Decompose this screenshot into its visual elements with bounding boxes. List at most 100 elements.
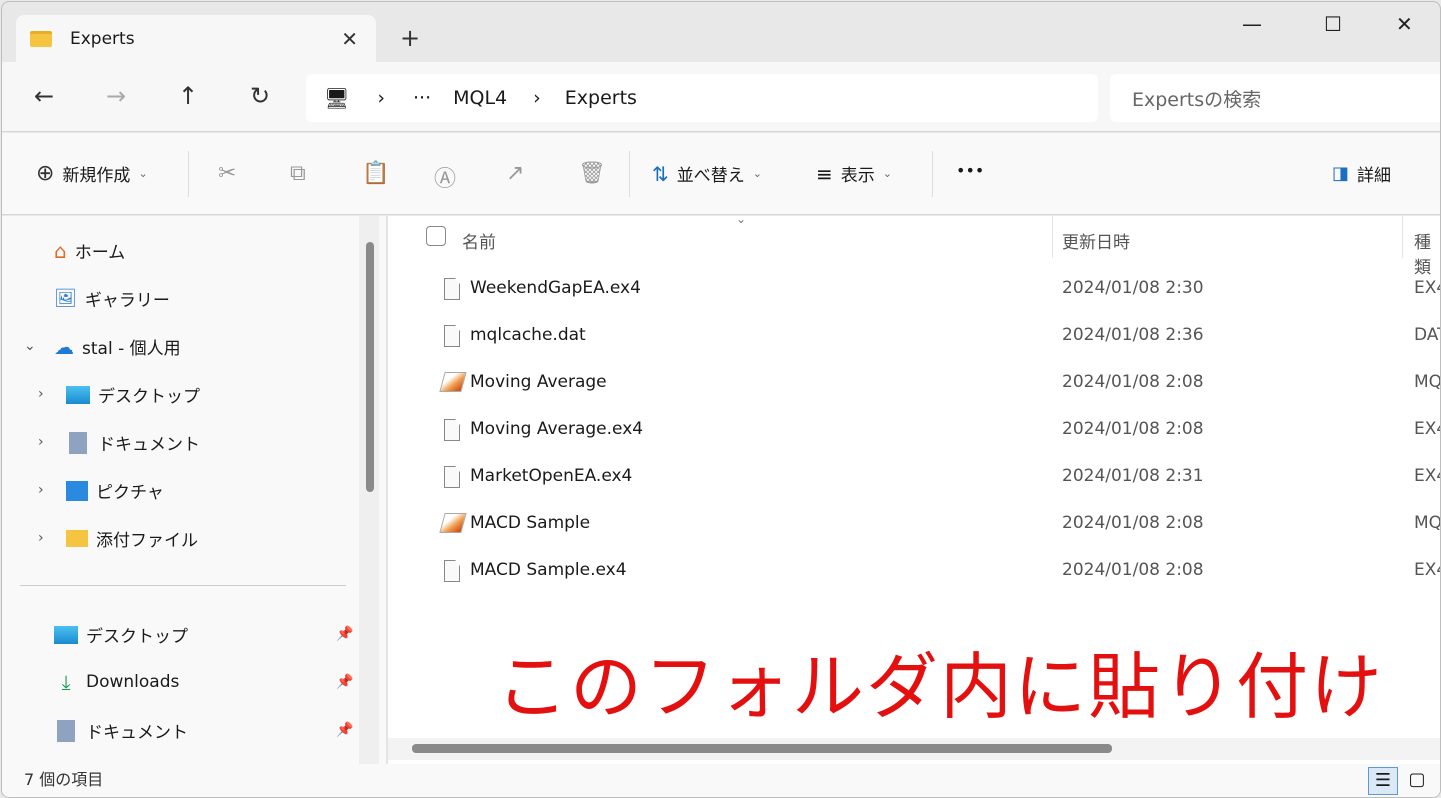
back-button[interactable]: ← bbox=[34, 82, 54, 110]
chevron-right-icon[interactable]: › bbox=[38, 530, 44, 546]
file-row[interactable]: MACD Sample.ex4 2024/01/08 2:08 EX4 bbox=[388, 548, 1440, 595]
file-date: 2024/01/08 2:08 bbox=[1062, 419, 1204, 439]
file-name: MACD Sample bbox=[470, 513, 591, 533]
command-bar: ⊕ 新規作成 ⌄ ✂ ⧉ 📋 Ⓐ ↗ 🗑 ⇅ 並べ替え ⌄ ≡ 表示 ⌄ ••• ◨ 詳細 bbox=[2, 133, 1440, 215]
chevron-right-icon[interactable]: › bbox=[38, 434, 44, 450]
search-input[interactable]: Expertsの検索 bbox=[1110, 74, 1440, 122]
file-name: mqlcache.dat bbox=[470, 325, 586, 345]
desktop-icon bbox=[54, 625, 78, 644]
cut-icon[interactable]: ✂ bbox=[218, 161, 236, 186]
tab-experts[interactable]: Experts ✕ bbox=[16, 15, 376, 63]
column-header-modified[interactable]: 更新日時 bbox=[1062, 228, 1130, 253]
sort-indicator-icon: ⌄ bbox=[736, 212, 747, 226]
sort-icon: ⇅ bbox=[652, 161, 669, 186]
file-type: EX4 bbox=[1414, 560, 1440, 580]
sidebar-item-home[interactable]: ⌂ ホーム bbox=[54, 238, 125, 264]
sidebar-label: stal - 個人用 bbox=[82, 339, 181, 359]
pin-icon[interactable]: 📌 bbox=[336, 722, 353, 738]
quick-access-desktop[interactable]: デスクトップ bbox=[54, 622, 188, 647]
minimize-button[interactable]: — bbox=[1242, 12, 1262, 36]
file-icon bbox=[444, 466, 460, 488]
sidebar-label: デスクトップ bbox=[86, 627, 188, 647]
file-icon bbox=[444, 325, 460, 347]
breadcrumb-mql4[interactable]: MQL4 bbox=[453, 87, 507, 109]
file-row[interactable]: MACD Sample 2024/01/08 2:08 MQ bbox=[388, 501, 1441, 548]
status-bar: 7 個の項目 bbox=[2, 764, 1440, 797]
chevron-down-icon[interactable]: ⌄ bbox=[24, 338, 36, 354]
horizontal-scrollbar-thumb[interactable] bbox=[412, 744, 1112, 753]
share-icon[interactable]: ↗ bbox=[506, 161, 524, 186]
view-button[interactable]: ≡ 表示 ⌄ bbox=[816, 161, 892, 187]
quick-access-documents[interactable]: ドキュメント bbox=[54, 718, 188, 743]
pin-icon[interactable]: 📌 bbox=[336, 626, 353, 642]
rename-icon[interactable]: Ⓐ bbox=[434, 161, 456, 193]
file-icon bbox=[444, 278, 460, 300]
document-icon bbox=[57, 719, 75, 742]
forward-button[interactable]: → bbox=[106, 82, 126, 110]
mq4-file-icon bbox=[439, 372, 467, 392]
close-tab-button[interactable]: ✕ bbox=[341, 27, 358, 51]
cloud-icon: ☁ bbox=[54, 334, 74, 359]
details-label: 詳細 bbox=[1357, 166, 1392, 186]
document-icon bbox=[69, 431, 87, 454]
sort-label: 並べ替え bbox=[676, 166, 745, 186]
delete-icon[interactable]: 🗑 bbox=[578, 161, 606, 186]
pin-icon[interactable]: 📌 bbox=[336, 674, 353, 690]
paste-icon[interactable]: 📋 bbox=[362, 161, 389, 186]
sidebar-label: 添付ファイル bbox=[96, 531, 198, 551]
annotation-text: このフォルダ内に貼り付け bbox=[496, 645, 1385, 729]
sidebar-label: ドキュメント bbox=[98, 435, 200, 455]
maximize-button[interactable]: ☐ bbox=[1324, 12, 1342, 36]
sidebar-label: デスクトップ bbox=[98, 387, 200, 407]
computer-icon: 🖥 bbox=[324, 86, 350, 110]
file-list: ⌄ 名前 更新日時 種類 WeekendGapEA.ex4 2024/01/08… bbox=[386, 212, 1441, 764]
navigation-pane: ⌂ ホーム 🖼 ギャラリー ⌄ ☁ stal - 個人用 › デスクトップ › ドキュ… bbox=[2, 216, 386, 764]
sidebar-scrollbar-thumb[interactable] bbox=[366, 242, 374, 492]
file-date: 2024/01/08 2:08 bbox=[1062, 372, 1204, 392]
close-window-button[interactable]: ✕ bbox=[1396, 12, 1413, 36]
chevron-right-icon[interactable]: › bbox=[38, 386, 44, 402]
sidebar-item-attachments[interactable]: 添付ファイル bbox=[66, 526, 198, 551]
details-view-button[interactable]: ☰ bbox=[1368, 767, 1398, 795]
download-icon: ⤓ bbox=[61, 670, 71, 694]
file-date: 2024/01/08 2:30 bbox=[1062, 278, 1204, 298]
sidebar-label: Downloads bbox=[86, 672, 180, 692]
file-name: MACD Sample.ex4 bbox=[470, 560, 627, 580]
details-pane-icon: ◨ bbox=[1332, 163, 1350, 184]
sidebar-item-desktop[interactable]: デスクトップ bbox=[66, 382, 200, 407]
view-label: 表示 bbox=[840, 166, 875, 186]
sidebar-item-gallery[interactable]: 🖼 ギャラリー bbox=[54, 286, 170, 311]
file-row[interactable]: mqlcache.dat 2024/01/08 2:36 DAT bbox=[388, 313, 1440, 360]
sidebar-item-onedrive[interactable]: ☁ stal - 個人用 bbox=[54, 334, 181, 360]
breadcrumb-separator: › bbox=[533, 87, 541, 109]
file-row[interactable]: Moving Average 2024/01/08 2:08 MQ bbox=[388, 360, 1440, 407]
file-icon bbox=[444, 419, 460, 441]
file-name: Moving Average.ex4 bbox=[470, 419, 644, 439]
select-all-checkbox[interactable] bbox=[426, 226, 446, 246]
more-button[interactable]: ••• bbox=[956, 161, 984, 180]
address-bar[interactable]: 🖥 › ··· MQL4 › Experts bbox=[306, 74, 1098, 122]
details-button[interactable]: ◨ 詳細 bbox=[1332, 161, 1391, 186]
file-date: 2024/01/08 2:08 bbox=[1062, 560, 1204, 580]
column-header-name[interactable]: 名前 bbox=[462, 228, 496, 253]
file-row[interactable]: MarketOpenEA.ex4 2024/01/08 2:31 EX4 bbox=[388, 454, 1440, 501]
chevron-right-icon[interactable]: › bbox=[38, 482, 44, 498]
breadcrumb-separator: › bbox=[377, 87, 385, 109]
sidebar-item-pictures[interactable]: ピクチャ bbox=[66, 478, 164, 503]
new-button[interactable]: ⊕ 新規作成 ⌄ bbox=[36, 161, 148, 186]
file-row[interactable]: WeekendGapEA.ex4 2024/01/08 2:30 EX4 bbox=[388, 266, 1440, 313]
file-date: 2024/01/08 2:31 bbox=[1062, 466, 1204, 486]
sidebar-item-documents[interactable]: ドキュメント bbox=[66, 430, 200, 455]
file-row[interactable]: Moving Average.ex4 2024/01/08 2:08 EX4 bbox=[388, 407, 1440, 454]
quick-access-downloads[interactable]: ⤓ Downloads bbox=[54, 670, 180, 694]
file-type: MQ bbox=[1414, 513, 1441, 533]
refresh-button[interactable]: ↻ bbox=[250, 82, 270, 110]
new-tab-button[interactable]: + bbox=[400, 24, 420, 52]
sort-button[interactable]: ⇅ 並べ替え ⌄ bbox=[652, 161, 762, 187]
copy-icon[interactable]: ⧉ bbox=[290, 161, 306, 186]
up-button[interactable]: ↑ bbox=[178, 82, 198, 110]
breadcrumb-ellipsis[interactable]: ··· bbox=[413, 87, 431, 109]
tiles-view-button[interactable]: ▢ bbox=[1402, 767, 1432, 795]
file-name: MarketOpenEA.ex4 bbox=[470, 466, 633, 486]
breadcrumb-experts[interactable]: Experts bbox=[565, 87, 637, 109]
